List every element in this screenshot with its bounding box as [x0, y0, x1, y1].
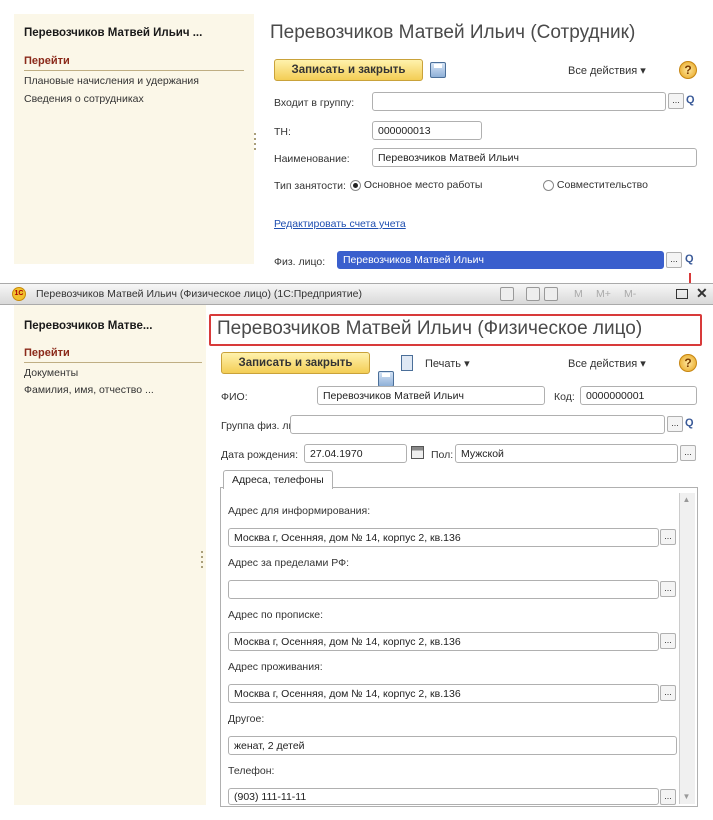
person-group-input[interactable] [290, 415, 665, 434]
person-label: Физ. лицо: [274, 256, 326, 268]
person-nav-panel [14, 305, 206, 805]
person-nav-title: Перевозчиков Матве... [24, 320, 153, 332]
person-doc-icon[interactable] [401, 355, 413, 371]
radio-part-time-icon[interactable] [543, 179, 554, 191]
address-label-registration: Адрес по прописке: [228, 609, 324, 621]
employee-help-icon[interactable]: ? [679, 61, 697, 79]
phone-input[interactable]: (903) 111-11-11 [228, 788, 659, 805]
nav-link-employee-info[interactable]: Сведения о сотрудниках [24, 93, 144, 105]
person-splitter[interactable] [201, 548, 205, 571]
employee-nav-panel [14, 14, 254, 264]
person-select-button[interactable]: ... [666, 252, 682, 268]
address-input-info[interactable]: Москва г, Осенняя, дом № 14, корпус 2, к… [228, 528, 659, 547]
person-save-icon[interactable] [378, 371, 394, 387]
code-input[interactable]: 0000000001 [580, 386, 697, 405]
address-input-abroad[interactable] [228, 580, 659, 599]
sex-input[interactable]: Мужской [455, 444, 678, 463]
person-nav-divider [24, 362, 202, 363]
person-form-title: Перевозчиков Матвей Ильич (Физическое ли… [217, 318, 643, 339]
employment-option-part-time[interactable]: Совместительство [543, 179, 648, 191]
person-group-select-button[interactable]: ... [667, 416, 683, 432]
person-group-search-icon[interactable]: Q [685, 417, 694, 429]
address-registration-select-button[interactable]: ... [660, 633, 676, 649]
dob-input[interactable]: 27.04.1970 [304, 444, 407, 463]
employment-option-main-label: Основное место работы [363, 179, 483, 191]
person-help-icon[interactable]: ? [679, 354, 697, 372]
employee-all-actions-menu[interactable]: Все действия ▾ [568, 64, 646, 77]
group-search-icon[interactable]: Q [686, 94, 695, 106]
nav-link-documents[interactable]: Документы [24, 367, 78, 379]
group-input[interactable] [372, 92, 666, 111]
employee-save-icon[interactable] [430, 62, 446, 78]
other-input[interactable]: женат, 2 детей [228, 736, 677, 755]
employee-nav-divider [24, 70, 244, 71]
address-label-residence: Адрес проживания: [228, 661, 323, 673]
sex-label: Пол: [431, 449, 454, 461]
fio-label: ФИО: [221, 391, 248, 403]
address-label-info: Адрес для информирования: [228, 505, 371, 517]
tab-addresses-phones[interactable]: Адреса, телефоны [223, 470, 333, 489]
group-label: Входит в группу: [274, 97, 355, 109]
person-print-menu[interactable]: Печать ▾ [425, 357, 470, 370]
scroll-down-icon[interactable]: ▼ [680, 790, 693, 804]
scroll-up-icon[interactable]: ▲ [680, 493, 693, 507]
address-input-registration[interactable]: Москва г, Осенняя, дом № 14, корпус 2, к… [228, 632, 659, 651]
person-input[interactable]: Перевозчиков Матвей Ильич [337, 251, 664, 269]
employee-form-title: Перевозчиков Матвей Ильич (Сотрудник) [270, 22, 636, 43]
name-label: Наименование: [274, 153, 350, 165]
employee-save-close-button[interactable]: Записать и закрыть [274, 59, 423, 81]
app-logo-icon: 1С [12, 287, 26, 301]
person-save-close-button[interactable]: Записать и закрыть [221, 352, 370, 374]
code-label: Код: [554, 391, 575, 403]
group-select-button[interactable]: ... [668, 93, 684, 109]
nav-link-full-name[interactable]: Фамилия, имя, отчество ... [24, 384, 154, 396]
window-title: Перевозчиков Матвей Ильич (Физическое ли… [36, 288, 362, 300]
window-calc-icon[interactable] [526, 287, 540, 301]
radio-main-icon[interactable] [350, 179, 361, 191]
addresses-scrollbar[interactable]: ▲ ▼ [679, 493, 695, 804]
address-input-residence[interactable]: Москва г, Осенняя, дом № 14, корпус 2, к… [228, 684, 659, 703]
edit-accounts-link[interactable]: Редактировать счета учета [274, 218, 406, 230]
tn-input[interactable]: 000000013 [372, 121, 482, 140]
address-abroad-select-button[interactable]: ... [660, 581, 676, 597]
person-search-icon[interactable]: Q [685, 253, 694, 265]
address-residence-select-button[interactable]: ... [660, 685, 676, 701]
employment-type-label: Тип занятости: [274, 180, 346, 192]
address-info-select-button[interactable]: ... [660, 529, 676, 545]
address-label-abroad: Адрес за пределами РФ: [228, 557, 350, 569]
other-label: Другое: [228, 713, 265, 725]
sex-select-button[interactable]: ... [680, 445, 696, 461]
person-nav-section[interactable]: Перейти [24, 347, 70, 359]
name-input[interactable]: Перевозчиков Матвей Ильич [372, 148, 697, 167]
employment-option-part-time-label: Совместительство [556, 179, 648, 191]
window-home-icon[interactable] [500, 287, 514, 301]
tn-label: ТН: [274, 126, 291, 138]
phone-select-button[interactable]: ... [660, 789, 676, 805]
phone-label: Телефон: [228, 765, 275, 777]
highlight-connector [689, 273, 691, 283]
nav-link-planned-accruals[interactable]: Плановые начисления и удержания [24, 75, 199, 87]
window-close-icon[interactable]: ✕ [696, 285, 708, 302]
window-memory-mplus[interactable]: M+ [596, 288, 611, 300]
window-calendar-icon[interactable] [544, 287, 558, 301]
employee-nav-title: Перевозчиков Матвей Ильич ... [24, 27, 203, 39]
window-memory-m[interactable]: M [574, 288, 583, 300]
employee-splitter[interactable] [254, 130, 258, 153]
calendar-icon[interactable] [411, 446, 424, 459]
person-all-actions-menu[interactable]: Все действия ▾ [568, 357, 646, 370]
employment-option-main[interactable]: Основное место работы [350, 179, 482, 191]
employee-nav-section[interactable]: Перейти [24, 55, 70, 67]
dob-label: Дата рождения: [221, 449, 298, 461]
fio-input[interactable]: Перевозчиков Матвей Ильич [317, 386, 545, 405]
window-maximize-icon[interactable] [676, 289, 688, 299]
window-memory-mminus[interactable]: M- [624, 288, 636, 300]
